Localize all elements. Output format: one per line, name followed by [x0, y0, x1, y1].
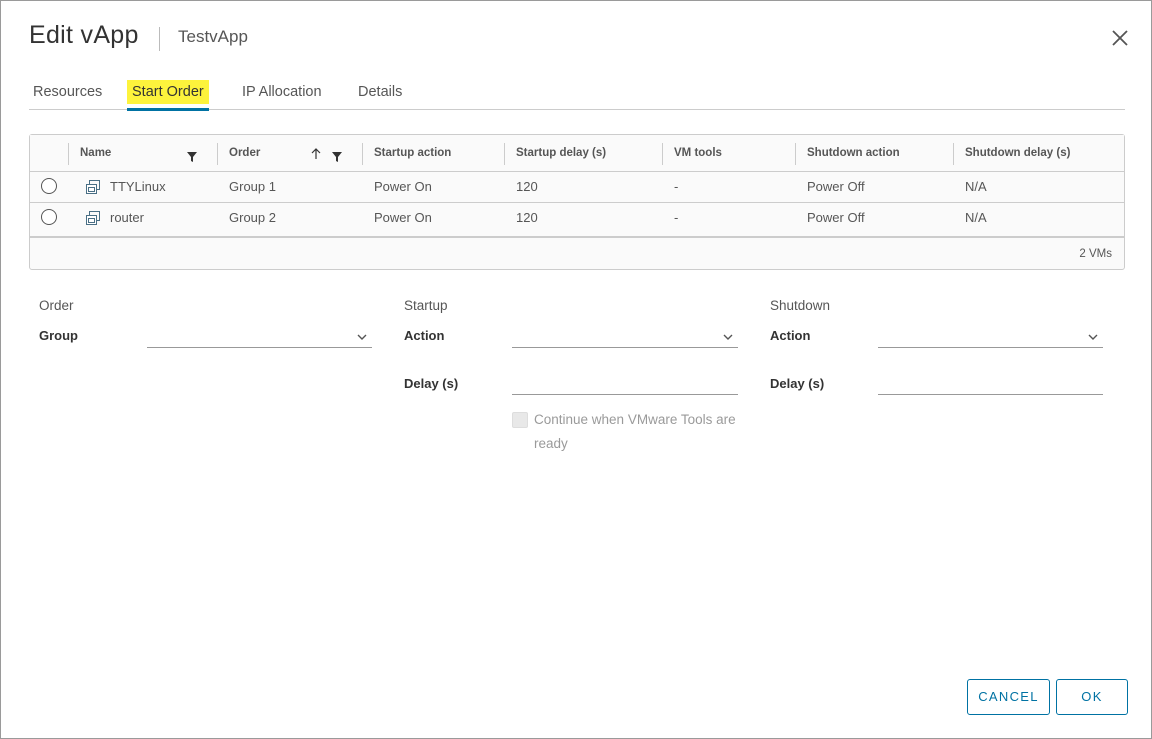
startup-delay-input[interactable]: [512, 371, 738, 395]
chevron-down-icon: [722, 330, 734, 342]
grid-footer: 2 VMs: [30, 236, 1124, 269]
tab-ip-allocation-label: IP Allocation: [242, 84, 322, 100]
dialog-title: Edit vApp: [29, 21, 139, 49]
section-title-startup: Startup: [404, 298, 448, 313]
tab-ip-allocation[interactable]: IP Allocation: [242, 77, 322, 110]
group-select[interactable]: [147, 324, 372, 348]
group-label: Group: [39, 328, 78, 343]
startup-delay-label: Delay (s): [404, 376, 459, 391]
column-header-shutdown-action[interactable]: Shutdown action: [796, 135, 953, 172]
section-title-shutdown: Shutdown: [770, 298, 831, 313]
vm-start-order-grid: Name Order Startup action Startup delay …: [29, 134, 1125, 270]
chevron-down-icon: [356, 330, 368, 342]
chevron-down-icon: [1087, 330, 1099, 342]
column-header-name-label: Name: [80, 147, 112, 159]
cell-shutdown-action: Power Off: [807, 210, 865, 225]
column-header-vm-tools[interactable]: VM tools: [663, 135, 795, 172]
column-header-startup-action[interactable]: Startup action: [363, 135, 504, 172]
vm-count: 2 VMs: [1079, 248, 1112, 260]
startup-action-label: Action: [404, 328, 445, 343]
cell-shutdown-delay: N/A: [965, 179, 987, 194]
continue-vmware-tools-label: Continue when VMware Tools are ready: [534, 412, 736, 451]
cell-name: TTYLinux: [110, 179, 166, 194]
column-header-startup-delay[interactable]: Startup delay (s): [505, 135, 662, 172]
table-row[interactable]: TTYLinux Group 1 Power On 120 - Power Of…: [30, 172, 1124, 203]
sort-ascending-icon[interactable]: [311, 147, 321, 165]
tab-details[interactable]: Details: [358, 77, 402, 110]
cell-order: Group 1: [229, 179, 276, 194]
section-title-order: Order: [39, 298, 74, 313]
ok-button[interactable]: OK: [1056, 679, 1128, 715]
cell-startup-action: Power On: [374, 210, 432, 225]
tab-bar: Resources Start Order IP Allocation Deta…: [29, 77, 1125, 111]
close-icon[interactable]: [1109, 27, 1131, 49]
tab-start-order-label: Start Order: [127, 80, 209, 104]
cancel-button[interactable]: CANCEL: [967, 679, 1050, 715]
cell-order: Group 2: [229, 210, 276, 225]
shutdown-delay-label: Delay (s): [770, 376, 825, 391]
dialog-subtitle: TestvApp: [178, 27, 248, 46]
table-row[interactable]: router Group 2 Power On 120 - Power Off …: [30, 203, 1124, 234]
grid-header: Name Order Startup action Startup delay …: [30, 135, 1124, 172]
row-select-radio[interactable]: [41, 178, 57, 194]
cell-vm-tools: -: [674, 179, 679, 194]
filter-icon[interactable]: [187, 149, 197, 167]
tab-resources[interactable]: Resources: [33, 77, 102, 110]
continue-vmware-tools-checkbox[interactable]: [512, 412, 528, 428]
startup-action-select[interactable]: [512, 324, 738, 348]
row-select-radio[interactable]: [41, 209, 57, 225]
cell-startup-delay: 120: [516, 179, 538, 194]
shutdown-delay-input[interactable]: [878, 371, 1103, 395]
cell-shutdown-delay: N/A: [965, 210, 987, 225]
shutdown-action-label: Action: [770, 328, 811, 343]
title-divider: [159, 27, 160, 51]
tab-resources-label: Resources: [33, 84, 103, 100]
cell-name: router: [110, 210, 144, 225]
tab-start-order[interactable]: Start Order: [127, 77, 209, 111]
cell-shutdown-action: Power Off: [807, 179, 865, 194]
column-header-shutdown-delay[interactable]: Shutdown delay (s): [954, 135, 1124, 172]
edit-vapp-dialog: Edit vApp TestvApp Resources Start Order…: [0, 0, 1152, 739]
column-header-order-label: Order: [229, 147, 261, 159]
filter-icon[interactable]: [332, 149, 342, 167]
cell-startup-action: Power On: [374, 179, 432, 194]
tab-details-label: Details: [358, 84, 403, 100]
shutdown-action-select[interactable]: [878, 324, 1103, 348]
cell-vm-tools: -: [674, 210, 679, 225]
cell-startup-delay: 120: [516, 210, 538, 225]
